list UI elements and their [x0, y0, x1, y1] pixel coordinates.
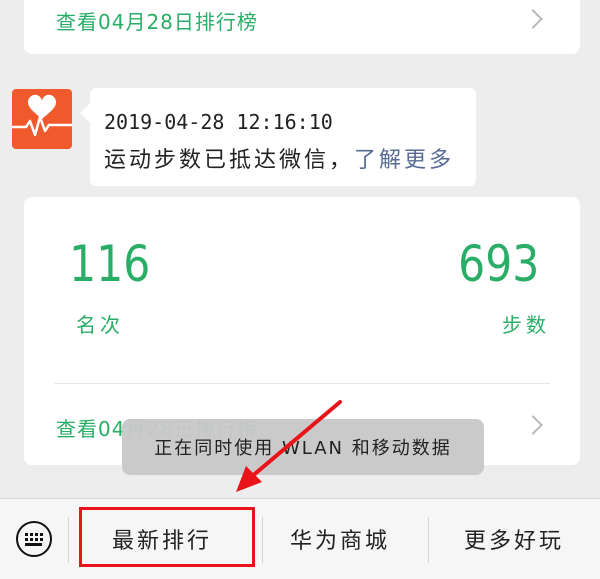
menu-huawei-mall[interactable]: 华为商城 — [250, 499, 430, 579]
message-text: 运动步数已抵达微信，了解更多 — [104, 142, 454, 174]
view-leaderboard-link[interactable]: 查看04月28日排行榜 — [56, 6, 258, 35]
message-timestamp: 2019-04-28 12:16:10 — [104, 110, 333, 134]
steps-value: 693 — [457, 235, 539, 293]
heart-pulse-icon — [12, 94, 72, 137]
keyboard-icon[interactable] — [16, 521, 52, 557]
menu-more-fun[interactable]: 更多好玩 — [428, 499, 600, 579]
rank-value: 116 — [69, 235, 151, 293]
rank-label: 名次 — [76, 313, 124, 337]
toast-text: 正在同时使用 WLAN 和移动数据 — [154, 438, 452, 459]
learn-more-link[interactable]: 了解更多 — [354, 148, 454, 173]
message-body: 运动步数已抵达微信， — [104, 148, 355, 173]
menu-separator — [68, 517, 69, 563]
message-bubble[interactable]: 2019-04-28 12:16:10 运动步数已抵达微信，了解更多 — [90, 88, 476, 186]
top-card[interactable]: 查看04月28日排行榜 — [24, 0, 580, 54]
app-avatar[interactable] — [12, 89, 72, 149]
chevron-right-icon — [523, 415, 543, 435]
chevron-right-icon — [523, 9, 543, 29]
highlight-box — [79, 507, 255, 567]
steps-label: 步数 — [502, 313, 550, 337]
network-toast: 正在同时使用 WLAN 和移动数据 — [122, 419, 484, 475]
divider — [54, 383, 550, 384]
